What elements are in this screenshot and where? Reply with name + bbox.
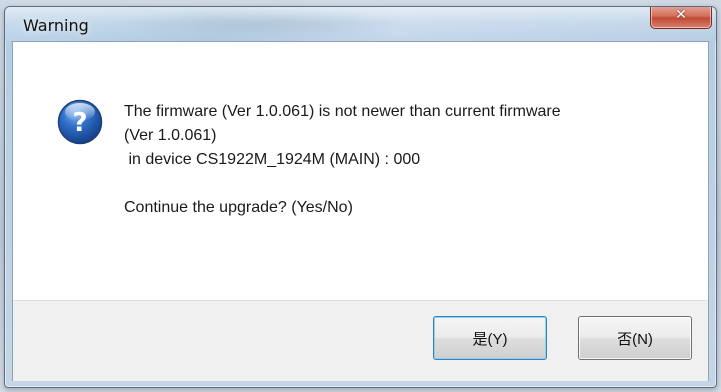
yes-button[interactable]: 是(Y): [433, 316, 547, 360]
no-button[interactable]: 否(N): [578, 316, 692, 360]
no-button-label: 否(N): [617, 330, 653, 348]
dialog-title: Warning: [23, 16, 89, 35]
yes-button-label: 是(Y): [472, 330, 508, 348]
svg-text:?: ?: [72, 108, 87, 138]
button-bar: 是(Y) 否(N): [13, 300, 708, 381]
warning-dialog: Warning ✕ ? The firmware (Ver 1.0.061) i…: [4, 6, 717, 388]
message-prompt: Continue the upgrade? (Yes/No): [124, 199, 353, 216]
message-area: ? The firmware (Ver 1.0.061) is not newe…: [13, 42, 708, 300]
dialog-body: ? The firmware (Ver 1.0.061) is not newe…: [12, 41, 709, 381]
close-button[interactable]: ✕: [650, 7, 712, 29]
close-icon: ✕: [675, 7, 687, 23]
message-text: The firmware (Ver 1.0.061) is not newer …: [124, 100, 694, 220]
message-line-2: (Ver 1.0.061): [124, 127, 217, 144]
title-bar-glass-reflection: [120, 11, 410, 37]
question-icon: ?: [57, 99, 103, 145]
message-line-1: The firmware (Ver 1.0.061) is not newer …: [124, 103, 561, 120]
message-line-3: in device CS1922M_1924M (MAIN) : 000: [124, 151, 421, 168]
title-bar[interactable]: Warning ✕: [5, 7, 716, 41]
